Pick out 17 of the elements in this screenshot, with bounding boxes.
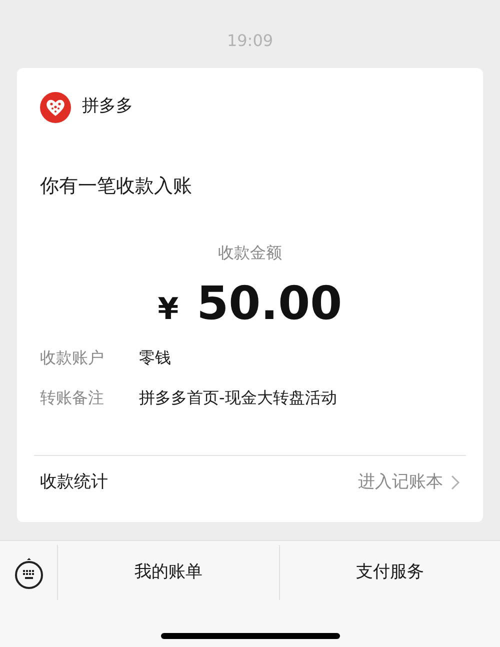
stats-label: 收款统计 — [40, 470, 108, 494]
amount-value: 50.00 — [196, 274, 342, 332]
detail-value: 零钱 — [139, 346, 171, 368]
menu-button[interactable]: 我的账单 — [130, 560, 206, 586]
chevron-right-icon — [451, 475, 460, 490]
menu-button[interactable]: 支付服务 — [352, 560, 428, 586]
keyboard-icon[interactable] — [14, 556, 44, 588]
heart-logo-icon — [40, 92, 71, 122]
detail-label: 收款账户 — [40, 346, 105, 368]
amount-label: 收款金额 — [218, 242, 282, 264]
detail-value: 拼多多首页-现金大转盘活动 — [139, 386, 337, 408]
message-title: 你有一笔收款入账 — [40, 175, 192, 197]
sender-name: 拼多多 — [82, 95, 133, 118]
currency-symbol: ¥ — [158, 290, 179, 328]
detail-label: 转账备注 — [40, 386, 105, 408]
ledger-link[interactable]: 进入记账本 — [358, 470, 460, 496]
timestamp: 19:09 — [226, 30, 274, 52]
